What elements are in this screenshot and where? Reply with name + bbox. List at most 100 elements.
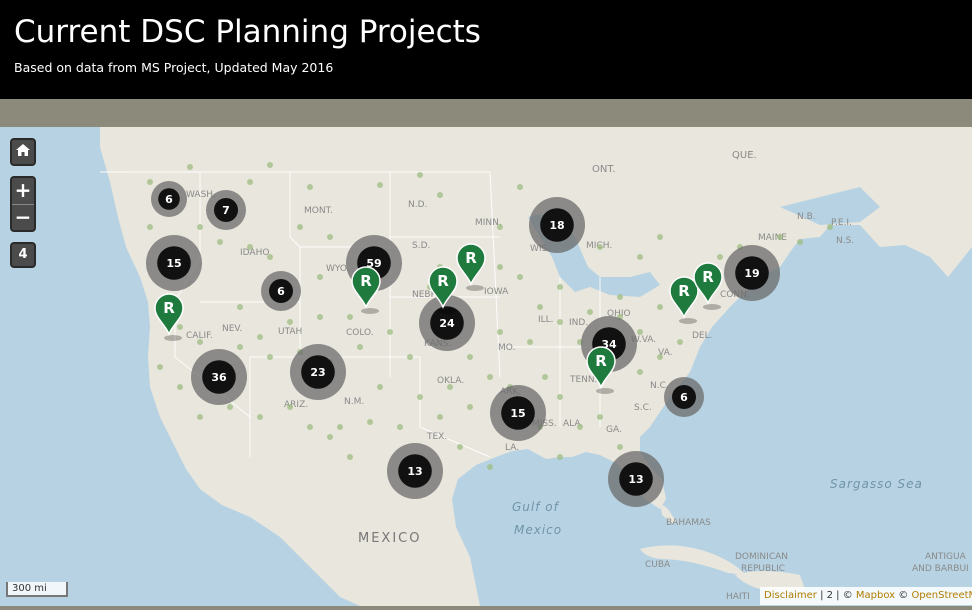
park-dot[interactable] — [717, 254, 723, 260]
park-dot[interactable] — [367, 419, 373, 425]
park-dot[interactable] — [147, 224, 153, 230]
park-dot[interactable] — [307, 184, 313, 190]
park-dot[interactable] — [517, 274, 523, 280]
park-dot[interactable] — [497, 329, 503, 335]
park-dot[interactable] — [557, 394, 563, 400]
park-dot[interactable] — [437, 414, 443, 420]
cluster-az[interactable]: 23 — [290, 344, 346, 400]
park-dot[interactable] — [497, 264, 503, 270]
park-dot[interactable] — [377, 182, 383, 188]
park-dot[interactable] — [457, 444, 463, 450]
park-dot[interactable] — [637, 254, 643, 260]
park-dot[interactable] — [542, 374, 548, 380]
park-dot[interactable] — [657, 354, 663, 360]
zoom-control[interactable]: + − — [10, 176, 36, 232]
park-dot[interactable] — [777, 234, 783, 240]
park-dot[interactable] — [197, 414, 203, 420]
park-dot[interactable] — [617, 294, 623, 300]
cluster-wa-coast[interactable]: 6 — [151, 181, 187, 217]
park-dot[interactable] — [827, 224, 833, 230]
park-dot[interactable] — [147, 179, 153, 185]
park-dot[interactable] — [407, 354, 413, 360]
map-canvas[interactable]: QUE. ONT. N.B. P.E.I. N.S. WASH. MONT. N… — [0, 127, 972, 606]
park-dot[interactable] — [187, 164, 193, 170]
cluster-ma[interactable]: 19 — [724, 245, 780, 301]
cluster-wa[interactable]: 7 — [206, 190, 246, 230]
park-dot[interactable] — [677, 339, 683, 345]
park-dot[interactable] — [387, 329, 393, 335]
park-dot[interactable] — [587, 309, 593, 315]
park-dot[interactable] — [397, 424, 403, 430]
park-dot[interactable] — [317, 274, 323, 280]
park-dot[interactable] — [317, 314, 323, 320]
cluster-ks[interactable]: 24 — [419, 295, 475, 351]
park-dot[interactable] — [157, 364, 163, 370]
park-dot[interactable] — [237, 304, 243, 310]
park-dot[interactable] — [497, 224, 503, 230]
cluster-id[interactable]: 6 — [261, 271, 301, 311]
osm-link[interactable]: OpenStreetMap — [911, 590, 972, 601]
park-dot[interactable] — [447, 384, 453, 390]
park-dot[interactable] — [467, 354, 473, 360]
cluster-nc[interactable]: 6 — [664, 377, 704, 417]
cluster-tx[interactable]: 13 — [387, 443, 443, 499]
cluster-fl[interactable]: 13 — [608, 451, 664, 507]
park-dot[interactable] — [307, 424, 313, 430]
park-dot[interactable] — [327, 434, 333, 440]
park-dot[interactable] — [797, 239, 803, 245]
park-dot[interactable] — [557, 284, 563, 290]
park-dot[interactable] — [337, 424, 343, 430]
park-dot[interactable] — [357, 344, 363, 350]
park-dot[interactable] — [197, 339, 203, 345]
cluster-or[interactable]: 15 — [146, 235, 202, 291]
park-dot[interactable] — [657, 304, 663, 310]
layer-count-button[interactable]: 4 — [10, 242, 36, 268]
park-dot[interactable] — [347, 314, 353, 320]
park-dot[interactable] — [657, 234, 663, 240]
park-dot[interactable] — [257, 334, 263, 340]
park-dot[interactable] — [437, 192, 443, 198]
cluster-ms[interactable]: 15 — [490, 385, 546, 441]
mapbox-link[interactable]: Mapbox — [856, 590, 895, 601]
zoom-in-button[interactable]: + — [12, 178, 34, 204]
park-dot[interactable] — [247, 244, 253, 250]
park-dot[interactable] — [467, 404, 473, 410]
park-dot[interactable] — [177, 324, 183, 330]
park-dot[interactable] — [177, 384, 183, 390]
park-dot[interactable] — [257, 414, 263, 420]
zoom-out-button[interactable]: − — [12, 205, 34, 231]
park-dot[interactable] — [597, 244, 603, 250]
park-dot[interactable] — [557, 319, 563, 325]
park-dot[interactable] — [487, 374, 493, 380]
park-dot[interactable] — [247, 179, 253, 185]
park-dot[interactable] — [267, 354, 273, 360]
home-button[interactable] — [10, 138, 36, 166]
park-dot[interactable] — [227, 404, 233, 410]
park-dot[interactable] — [637, 329, 643, 335]
park-dot[interactable] — [217, 239, 223, 245]
park-dot[interactable] — [197, 224, 203, 230]
park-dot[interactable] — [517, 184, 523, 190]
park-dot[interactable] — [557, 454, 563, 460]
park-dot[interactable] — [287, 319, 293, 325]
park-dot[interactable] — [377, 384, 383, 390]
cluster-ca[interactable]: 36 — [191, 349, 247, 405]
park-dot[interactable] — [417, 394, 423, 400]
park-dot[interactable] — [527, 339, 533, 345]
park-dot[interactable] — [287, 404, 293, 410]
park-dot[interactable] — [577, 424, 583, 430]
cluster-wi[interactable]: 18 — [529, 197, 585, 253]
park-dot[interactable] — [597, 414, 603, 420]
park-dot[interactable] — [487, 464, 493, 470]
park-dot[interactable] — [417, 172, 423, 178]
park-dot[interactable] — [637, 369, 643, 375]
park-dot[interactable] — [537, 304, 543, 310]
map-view[interactable]: QUE. ONT. N.B. P.E.I. N.S. WASH. MONT. N… — [0, 127, 972, 606]
park-dot[interactable] — [237, 344, 243, 350]
park-dot[interactable] — [267, 254, 273, 260]
park-dot[interactable] — [327, 234, 333, 240]
park-dot[interactable] — [617, 444, 623, 450]
park-dot[interactable] — [297, 224, 303, 230]
disclaimer-link[interactable]: Disclaimer — [764, 590, 817, 601]
park-dot[interactable] — [347, 454, 353, 460]
